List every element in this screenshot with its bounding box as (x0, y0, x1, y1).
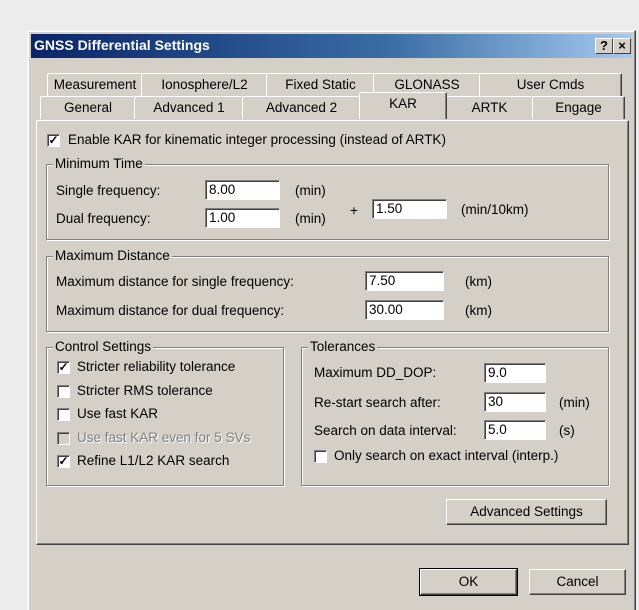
max-distance-dual-label: Maximum distance for dual frequency: (56, 303, 285, 318)
fast-kar-5svs-checkbox (57, 432, 70, 445)
max-distance-single-unit: (km) (465, 274, 492, 289)
dual-frequency-time-unit: (min) (295, 211, 326, 226)
close-button[interactable]: × (613, 38, 631, 54)
use-fast-kar-label: Use fast KAR (77, 406, 159, 421)
refine-l1l2-label: Refine L1/L2 KAR search (77, 453, 230, 468)
stricter-reliability-checkbox[interactable]: ✓ (57, 361, 70, 374)
max-distance-dual-input[interactable]: 30.00 (365, 300, 444, 320)
max-distance-single-input[interactable]: 7.50 (365, 271, 444, 291)
plus-sign: + (350, 203, 358, 218)
tab-advanced-2[interactable]: Advanced 2 (242, 96, 361, 119)
tab-general[interactable]: General (40, 96, 136, 119)
title-bar[interactable]: GNSS Differential Settings ? × (31, 34, 632, 58)
single-frequency-label: Single frequency: (56, 183, 161, 198)
use-fast-kar-checkbox[interactable] (57, 408, 70, 421)
tab-kar[interactable]: KAR (359, 92, 447, 119)
maximum-distance-group: Maximum Distance Maximum distance for si… (46, 248, 609, 332)
dd-dop-input[interactable]: 9.0 (484, 363, 546, 383)
fast-kar-5svs-label: Use fast KAR even for 5 SVs (77, 430, 251, 445)
cancel-button[interactable]: Cancel (529, 569, 626, 595)
tolerances-group: Tolerances Maximum DD_DOP: 9.0 Re-start … (301, 339, 609, 486)
stricter-rms-label: Stricter RMS tolerance (77, 383, 213, 398)
enable-kar-checkbox[interactable]: ✓ (47, 134, 60, 147)
maximum-distance-title: Maximum Distance (53, 248, 172, 263)
control-settings-group: Control Settings ✓ Stricter reliability … (46, 339, 284, 486)
help-button[interactable]: ? (595, 38, 613, 54)
restart-search-label: Re-start search after: (314, 395, 441, 410)
tab-advanced-1[interactable]: Advanced 1 (134, 96, 244, 119)
restart-search-input[interactable]: 30 (484, 392, 546, 412)
dual-frequency-time-input[interactable]: 1.00 (205, 208, 280, 228)
minimum-time-title: Minimum Time (53, 156, 145, 171)
data-interval-input[interactable]: 5.0 (484, 420, 546, 440)
tab-user-cmds[interactable]: User Cmds (479, 73, 622, 96)
refine-l1l2-checkbox[interactable]: ✓ (57, 455, 70, 468)
distance-time-increment-input[interactable]: 1.50 (372, 199, 447, 219)
dd-dop-label: Maximum DD_DOP: (314, 365, 437, 380)
ok-button[interactable]: OK (419, 568, 518, 596)
tab-artk[interactable]: ARTK (445, 96, 534, 119)
kar-tab-panel: ✓ Enable KAR for kinematic integer proce… (36, 120, 629, 545)
max-distance-single-label: Maximum distance for single frequency: (56, 274, 294, 289)
advanced-settings-button[interactable]: Advanced Settings (446, 499, 607, 525)
single-frequency-time-input[interactable]: 8.00 (205, 180, 280, 200)
window-title: GNSS Differential Settings (34, 37, 210, 53)
max-distance-dual-unit: (km) (465, 303, 492, 318)
tab-engage[interactable]: Engage (532, 96, 625, 119)
data-interval-label: Search on data interval: (314, 423, 457, 438)
dual-frequency-label: Dual frequency: (56, 211, 151, 226)
exact-interval-checkbox[interactable] (314, 450, 327, 463)
tab-ionosphere-l2[interactable]: Ionosphere/L2 (141, 73, 268, 96)
minimum-time-group: Minimum Time Single frequency: 8.00 (min… (46, 156, 609, 240)
restart-search-unit: (min) (559, 395, 590, 410)
enable-kar-label: Enable KAR for kinematic integer process… (68, 132, 446, 147)
stricter-rms-checkbox[interactable] (57, 385, 70, 398)
tab-measurement[interactable]: Measurement (47, 73, 143, 96)
stricter-reliability-label: Stricter reliability tolerance (77, 359, 236, 374)
single-frequency-time-unit: (min) (295, 183, 326, 198)
dialog-window: GNSS Differential Settings ? × Measureme… (27, 30, 636, 610)
exact-interval-label: Only search on exact interval (interp.) (334, 448, 559, 463)
control-settings-title: Control Settings (53, 339, 154, 354)
tolerances-title: Tolerances (308, 339, 378, 354)
data-interval-unit: (s) (559, 423, 575, 438)
distance-time-increment-unit: (min/10km) (461, 202, 529, 217)
